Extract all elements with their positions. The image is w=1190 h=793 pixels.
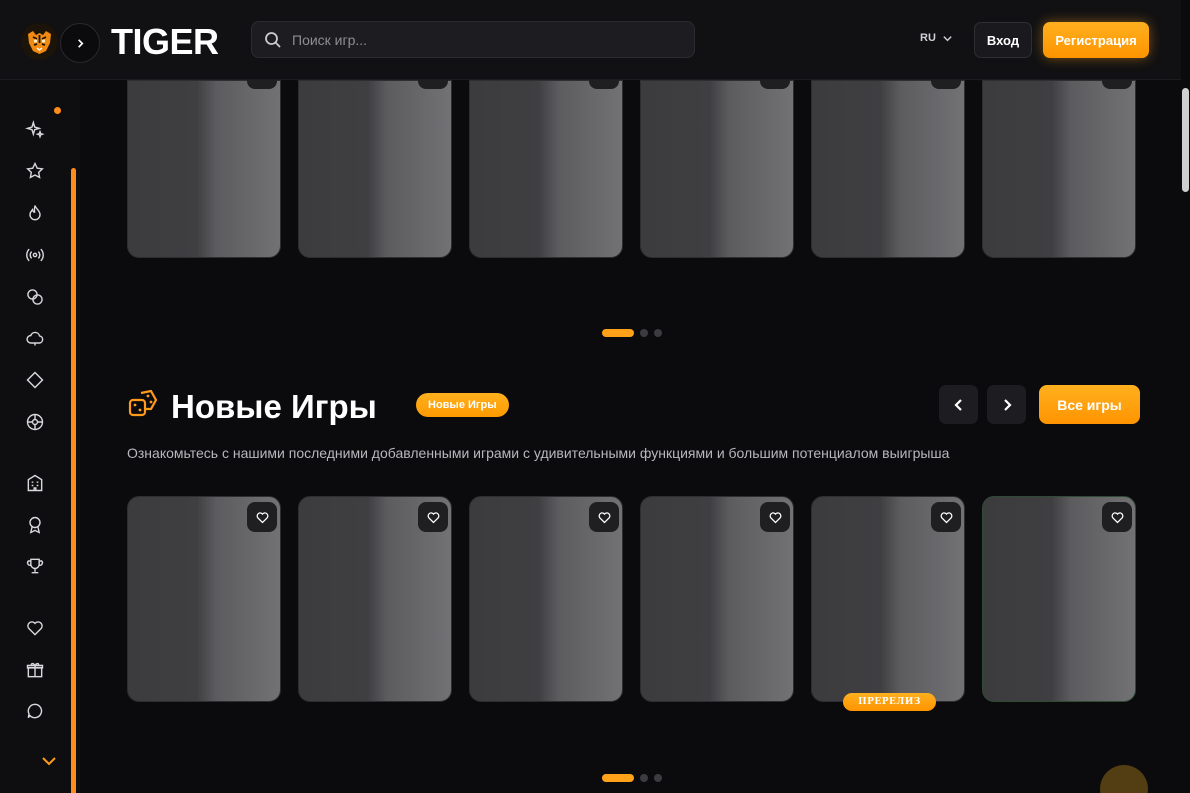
language-label: RU (920, 32, 936, 44)
game-card[interactable] (127, 496, 281, 702)
star-icon[interactable] (24, 160, 46, 182)
search-input[interactable] (292, 31, 672, 48)
sidebar-more-chevron-icon[interactable] (40, 752, 58, 770)
scroll-to-top-button[interactable] (1100, 765, 1148, 793)
language-selector[interactable]: RU (920, 32, 953, 44)
pagination-dot[interactable] (602, 329, 634, 337)
favorite-button[interactable] (589, 502, 619, 532)
diamond-icon[interactable] (24, 369, 46, 391)
chat-icon[interactable] (24, 700, 46, 722)
pagination-dot[interactable] (640, 329, 648, 337)
top-header: TIGER RU Вход Регистрация (0, 0, 1181, 80)
coins-icon[interactable] (24, 286, 46, 308)
award-ribbon-icon[interactable] (24, 514, 46, 536)
carousel-prev-button[interactable] (939, 385, 978, 424)
game-card[interactable] (298, 496, 452, 702)
live-broadcast-icon[interactable] (24, 244, 46, 266)
game-card[interactable] (640, 73, 794, 258)
trophy-icon[interactable] (24, 555, 46, 577)
left-sidebar (0, 80, 80, 793)
game-card[interactable] (640, 496, 794, 702)
register-button[interactable]: Регистрация (1043, 22, 1149, 58)
chevron-down-icon (943, 35, 952, 41)
pagination-dot[interactable] (654, 774, 662, 782)
pagination-dot[interactable] (602, 774, 634, 782)
section-badge: Новые Игры (416, 393, 509, 417)
game-card[interactable] (469, 73, 623, 258)
chevron-left-icon (953, 398, 962, 411)
gift-icon[interactable] (24, 659, 46, 681)
game-card[interactable] (811, 73, 965, 258)
sparkles-icon[interactable] (24, 119, 46, 141)
app-root: TIGER RU Вход Регистрация (0, 0, 1190, 793)
search-box[interactable] (251, 21, 695, 58)
new-games-pagination (602, 774, 662, 782)
favorite-button[interactable] (418, 502, 448, 532)
game-card[interactable]: ПРЕРЕЛИЗ (811, 496, 965, 711)
game-card[interactable] (982, 73, 1136, 258)
top-carousel-pagination (602, 329, 662, 337)
tiger-logo-icon[interactable] (21, 23, 58, 60)
heart-icon (1111, 511, 1123, 523)
sidebar-scroll-rail[interactable] (71, 168, 76, 793)
heart-icon (940, 511, 952, 523)
favorite-button[interactable] (931, 502, 961, 532)
brand-logo-text[interactable]: TIGER (111, 21, 219, 63)
sidebar-expand-button[interactable] (60, 23, 100, 63)
cloud-icon[interactable] (24, 327, 46, 349)
heart-icon (598, 511, 610, 523)
favorite-button[interactable] (760, 502, 790, 532)
pagination-dot[interactable] (654, 329, 662, 337)
heart-icon (427, 511, 439, 523)
section-title: Новые Игры (171, 388, 377, 425)
prerelease-badge: ПРЕРЕЛИЗ (843, 693, 936, 711)
notification-dot (54, 107, 61, 114)
game-card[interactable] (469, 496, 623, 702)
search-icon (265, 31, 281, 48)
all-games-button[interactable]: Все игры (1039, 385, 1140, 424)
chevron-right-icon (77, 38, 84, 48)
section-description: Ознакомьтесь с нашими последними добавле… (127, 445, 950, 461)
login-button[interactable]: Вход (974, 22, 1032, 58)
page-scroll-thumb[interactable] (1182, 88, 1189, 192)
game-card[interactable] (298, 73, 452, 258)
heart-icon (256, 511, 268, 523)
chevron-right-icon (1003, 398, 1012, 411)
heart-icon (769, 511, 781, 523)
game-card[interactable] (127, 73, 281, 258)
favorite-button[interactable] (247, 502, 277, 532)
fire-icon[interactable] (24, 202, 46, 224)
roulette-icon[interactable] (24, 411, 46, 433)
building-icon[interactable] (24, 472, 46, 494)
favorite-button[interactable] (1102, 502, 1132, 532)
pagination-dot[interactable] (640, 774, 648, 782)
dice-icon (128, 389, 158, 417)
heart-icon[interactable] (24, 617, 46, 639)
game-card[interactable] (982, 496, 1136, 702)
carousel-next-button[interactable] (987, 385, 1026, 424)
